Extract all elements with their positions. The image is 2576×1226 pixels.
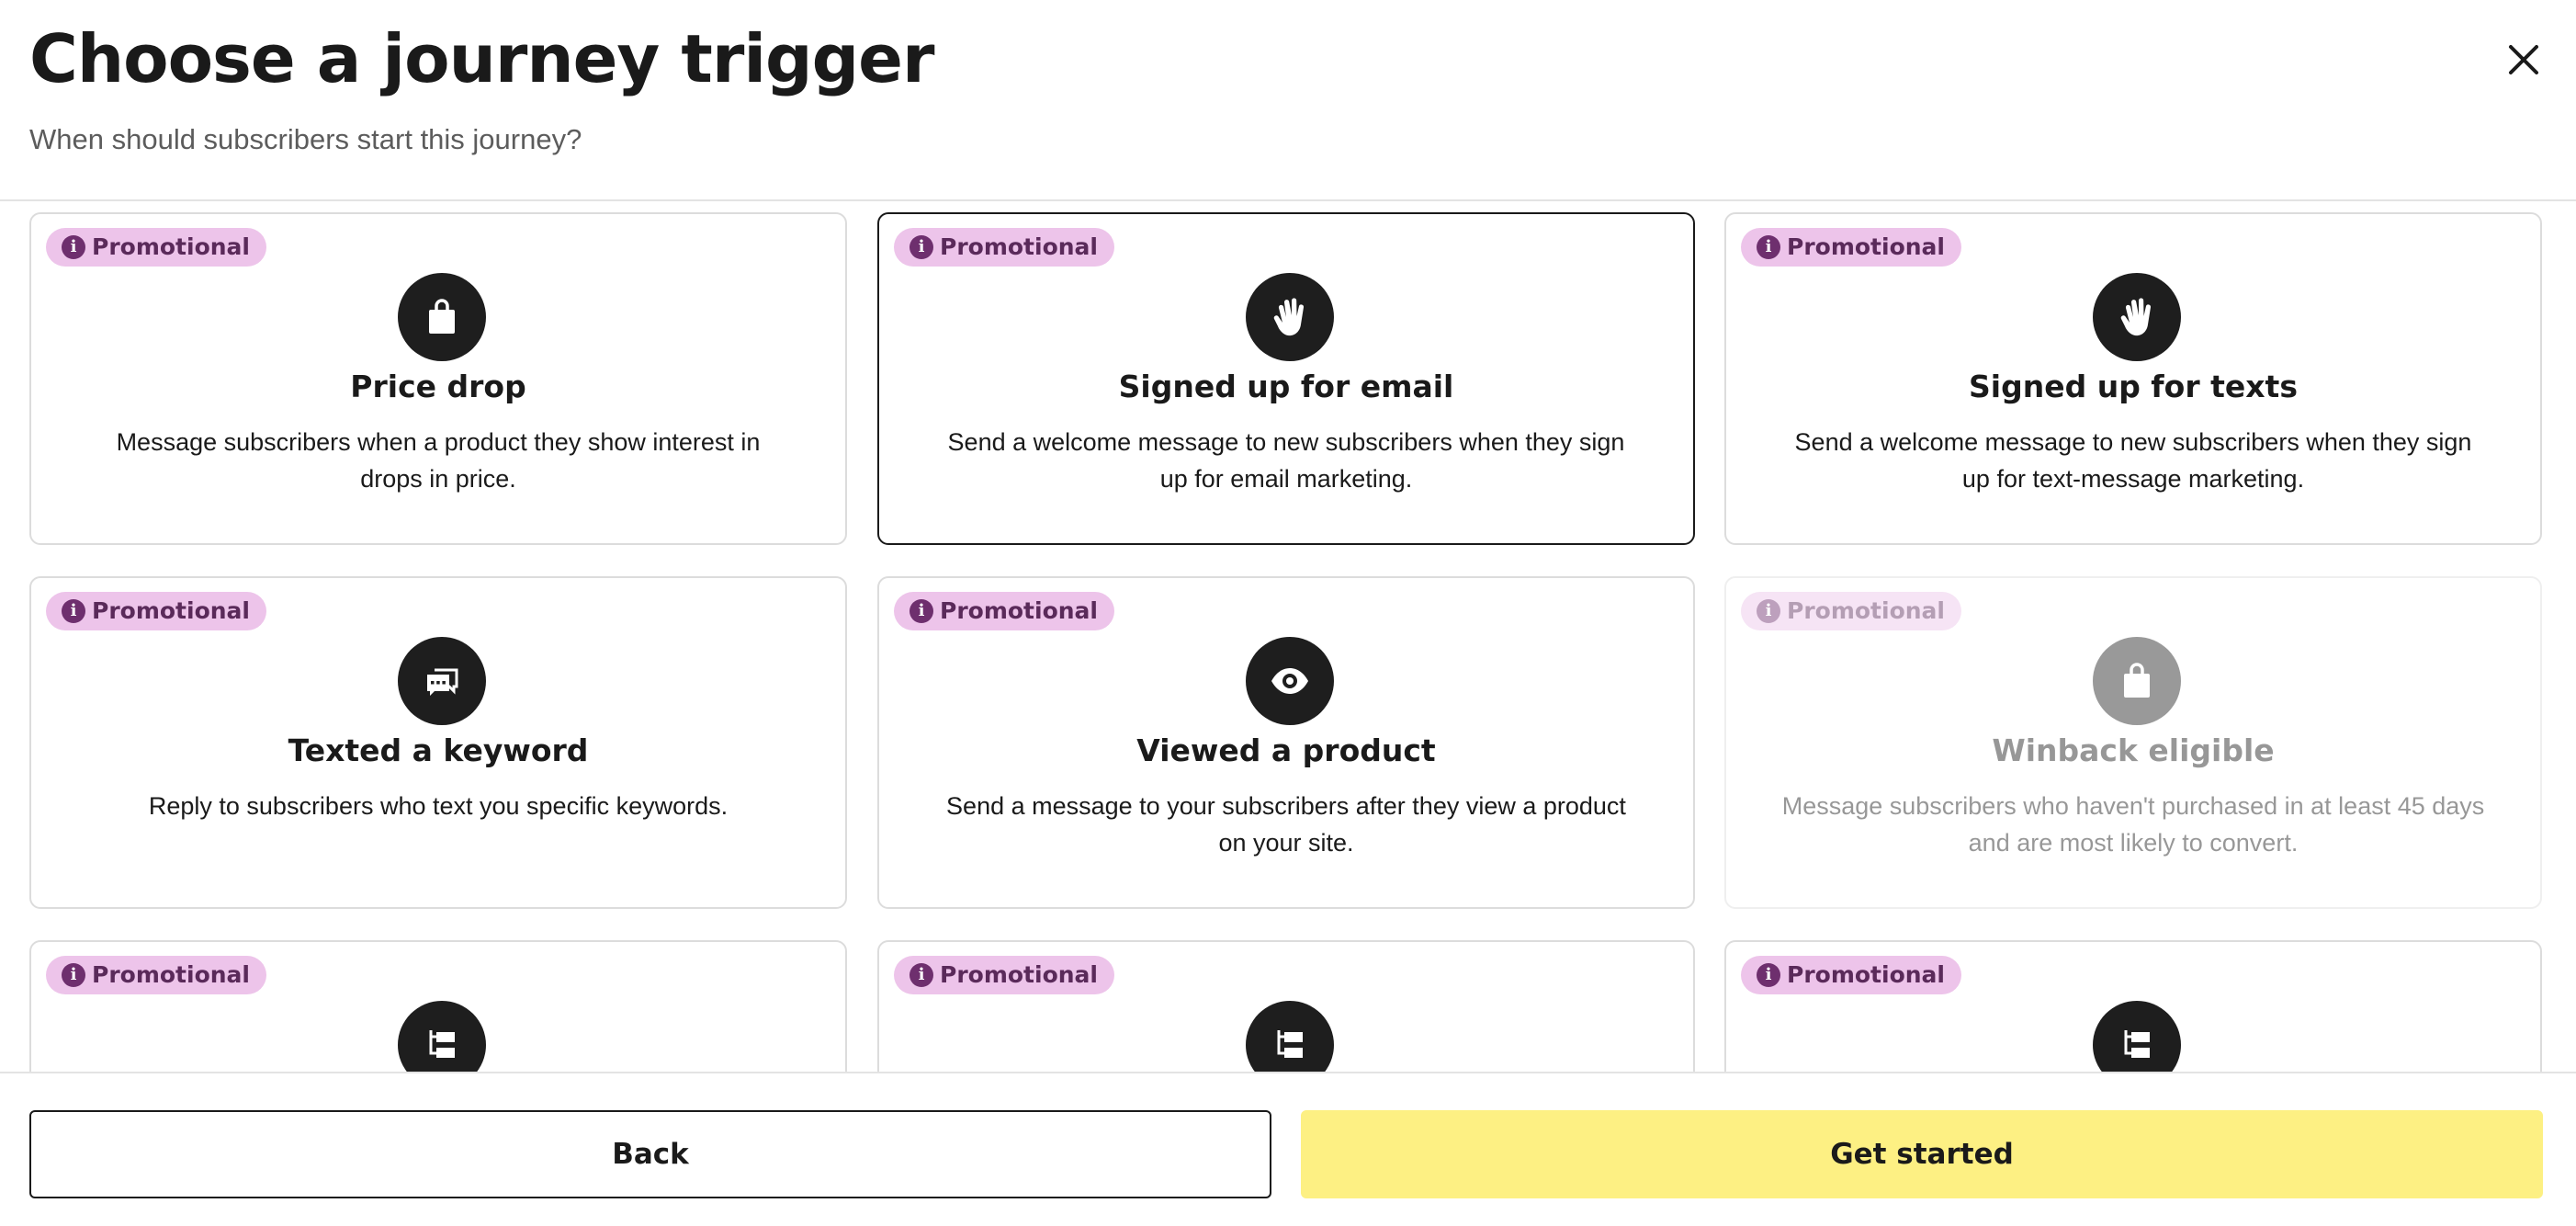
promotional-badge: i Promotional <box>46 592 266 630</box>
flow-branch-icon <box>398 1001 486 1073</box>
promotional-badge: i Promotional <box>894 228 1114 267</box>
trigger-card-row3-3[interactable]: i Promotional <box>1724 940 2542 1073</box>
card-description: Message subscribers when a product they … <box>116 428 761 493</box>
card-description: Send a message to your subscribers after… <box>946 792 1626 857</box>
card-title: Winback eligible <box>1992 732 2275 768</box>
eye-icon <box>1246 637 1334 725</box>
badge-label: Promotional <box>92 961 250 988</box>
badge-label: Promotional <box>92 597 250 624</box>
get-started-button[interactable]: Get started <box>1301 1110 2543 1198</box>
trigger-card-texted-keyword[interactable]: i Promotional Texted a keyword Reply to s… <box>29 576 847 909</box>
chat-message-icon <box>398 637 486 725</box>
waving-hand-icon <box>1246 273 1334 361</box>
card-description: Message subscribers who haven't purchase… <box>1781 792 2485 857</box>
info-icon: i <box>62 963 85 987</box>
trigger-card-signed-up-texts[interactable]: i Promotional Signed up for texts Send a … <box>1724 212 2542 545</box>
trigger-card-row3-2[interactable]: i Promotional <box>877 940 1695 1073</box>
promotional-badge: i Promotional <box>46 956 266 994</box>
badge-label: Promotional <box>940 233 1098 260</box>
trigger-card-row3-1[interactable]: i Promotional <box>29 940 847 1073</box>
card-description: Send a welcome message to new subscriber… <box>1794 428 2472 493</box>
card-title: Signed up for texts <box>1969 369 2298 404</box>
info-icon: i <box>1757 599 1780 623</box>
flow-branch-icon <box>2093 1001 2181 1073</box>
card-title: Price drop <box>350 369 526 404</box>
info-icon: i <box>910 235 933 259</box>
flow-branch-icon <box>1246 1001 1334 1073</box>
badge-label: Promotional <box>940 961 1098 988</box>
info-icon: i <box>1757 235 1780 259</box>
close-button[interactable] <box>2501 37 2547 83</box>
trigger-card-price-drop[interactable]: i Promotional Price drop Message subscrib… <box>29 212 847 545</box>
info-icon: i <box>910 963 933 987</box>
promotional-badge: i Promotional <box>1741 592 1961 630</box>
page-title: Choose a journey trigger <box>29 20 934 97</box>
promotional-badge: i Promotional <box>894 592 1114 630</box>
promotional-badge: i Promotional <box>1741 228 1961 267</box>
modal-footer: Back Get started <box>0 1072 2576 1226</box>
info-icon: i <box>910 599 933 623</box>
card-title: Texted a keyword <box>288 732 589 768</box>
modal-header: Choose a journey trigger When should sub… <box>0 0 2576 201</box>
back-button[interactable]: Back <box>29 1110 1271 1198</box>
card-description: Reply to subscribers who text you specif… <box>148 792 729 820</box>
promotional-badge: i Promotional <box>1741 956 1961 994</box>
badge-label: Promotional <box>1787 233 1945 260</box>
card-description: Send a welcome message to new subscriber… <box>947 428 1625 493</box>
info-icon: i <box>62 235 85 259</box>
shopping-bag-icon <box>2093 637 2181 725</box>
badge-label: Promotional <box>940 597 1098 624</box>
page-subtitle: When should subscribers start this journ… <box>29 123 582 155</box>
trigger-card-signed-up-email[interactable]: i Promotional Signed up for email Send a … <box>877 212 1695 545</box>
badge-label: Promotional <box>1787 961 1945 988</box>
trigger-card-viewed-product[interactable]: i Promotional Viewed a product Send a mes… <box>877 576 1695 909</box>
info-icon: i <box>62 599 85 623</box>
trigger-card-winback-eligible: i Promotional Winback eligible Message su… <box>1724 576 2542 909</box>
shopping-bag-icon <box>398 273 486 361</box>
card-title: Viewed a product <box>1136 732 1436 768</box>
card-title: Signed up for email <box>1118 369 1454 404</box>
promotional-badge: i Promotional <box>894 956 1114 994</box>
info-icon: i <box>1757 963 1780 987</box>
waving-hand-icon <box>2093 273 2181 361</box>
promotional-badge: i Promotional <box>46 228 266 267</box>
badge-label: Promotional <box>92 233 250 260</box>
badge-label: Promotional <box>1787 597 1945 624</box>
trigger-grid[interactable]: i Promotional Price drop Message subscrib… <box>0 201 2576 1073</box>
close-icon[interactable] <box>2501 37 2547 83</box>
